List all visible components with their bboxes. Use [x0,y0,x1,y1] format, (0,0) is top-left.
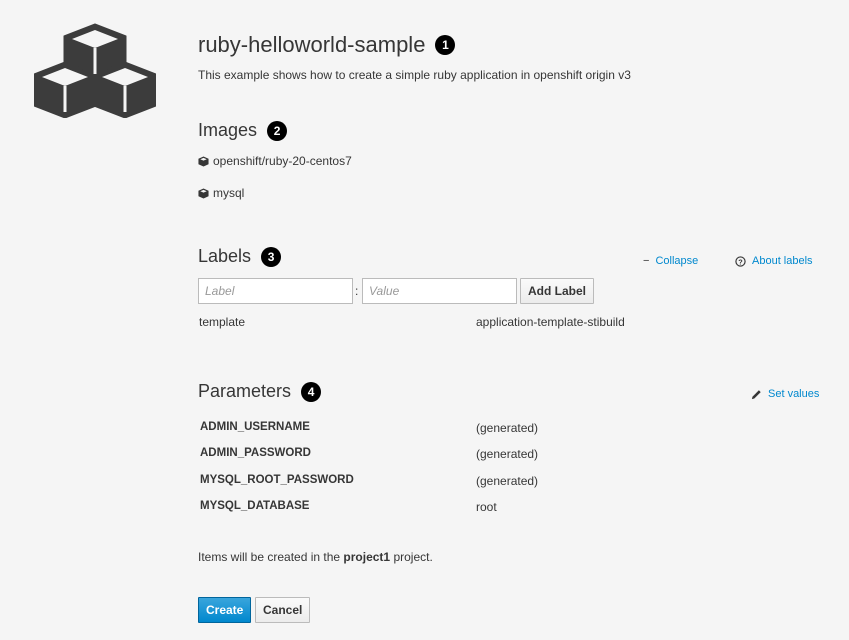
set-values-label: Set values [768,388,820,400]
set-values-link[interactable]: Set values [751,388,819,400]
cubes-logo-icon [34,23,156,118]
template-description: This example shows how to create a simpl… [198,68,631,82]
callout-badge-1: 1 [435,35,456,55]
minus-icon: − [643,255,650,267]
param-value: (generated) [476,421,539,435]
svg-text:?: ? [738,257,743,266]
label-key: template [199,315,246,329]
param-value: root [476,500,497,514]
parameters-heading: Parameters [198,381,292,401]
param-value: (generated) [476,447,539,461]
image-item: mysql [198,186,244,200]
callout-badge-2: 2 [267,120,288,141]
param-name: ADMIN_USERNAME [200,421,310,433]
cube-icon [198,155,209,167]
image-name: openshift/ruby-20-centos7 [213,154,352,168]
callout-badge-3: 3 [261,246,282,267]
add-label-button[interactable]: Add Label [520,278,595,304]
images-section-title: Images 2 [198,120,288,141]
template-title: ruby-helloworld-sample [198,32,426,57]
project-note: Items will be created in the project1 pr… [198,550,433,564]
image-name: mysql [213,186,245,200]
note-prefix: Items will be created in the [198,550,341,564]
labels-section-title: Labels 3 [198,246,282,267]
pencil-icon [751,389,761,399]
project-name: project1 [343,550,391,564]
cancel-button[interactable]: Cancel [255,597,311,623]
collapse-link-label: Collapse [655,255,699,267]
about-labels-link[interactable]: ? About labels [735,255,813,267]
images-heading: Images [198,120,258,140]
parameters-section-title: Parameters 4 [198,381,322,402]
callout-badge-4: 4 [301,381,322,402]
param-name: MYSQL_ROOT_PASSWORD [200,474,354,486]
param-name: MYSQL_DATABASE [200,500,310,512]
about-labels-label: About labels [752,255,813,267]
label-value-input[interactable] [362,278,517,304]
note-suffix: project. [393,550,433,564]
param-value: (generated) [476,474,539,488]
image-item: openshift/ruby-20-centos7 [198,154,352,168]
create-button[interactable]: Create [198,597,252,623]
collapse-link[interactable]: − Collapse [643,255,698,267]
cube-icon [198,187,209,199]
param-name: ADMIN_PASSWORD [200,447,311,459]
label-separator: : [355,284,359,298]
question-circle-icon: ? [735,255,746,267]
labels-heading: Labels [198,246,252,266]
label-key-input[interactable] [198,278,353,304]
label-value: application-template-stibuild [476,315,625,329]
template-header: ruby-helloworld-sample 1 [198,32,456,58]
